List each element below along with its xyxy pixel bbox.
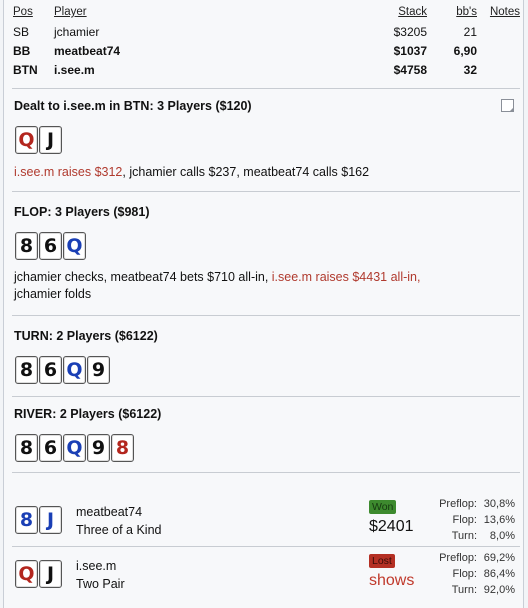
- turn-cards: 8 6 Q 9: [15, 356, 110, 384]
- row-player: jchamier: [54, 25, 100, 39]
- row-bbs: 6,90: [453, 44, 477, 58]
- hero-action: i.see.m raises $312: [14, 165, 123, 179]
- table-row[interactable]: BTN i.see.m $4758 32: [12, 63, 522, 82]
- equity-stats: Preflop: 69,2% Flop: 86,4% Turn: 92,0%: [417, 550, 515, 598]
- replay-icon[interactable]: [501, 99, 514, 112]
- card: Q: [15, 126, 38, 154]
- hero-hole-cards: Q J: [15, 126, 62, 154]
- result-player: i.see.m: [76, 559, 117, 573]
- card: 8: [15, 506, 38, 534]
- divider: [12, 88, 520, 89]
- villain-cards: 8 J: [15, 506, 62, 534]
- card: Q: [63, 356, 86, 384]
- card: 9: [87, 356, 110, 384]
- card: Q: [63, 434, 86, 462]
- card: 8: [15, 356, 38, 384]
- preflop-equity: 69,2%: [483, 552, 515, 564]
- turn-title: TURN: 2 Players ($6122): [14, 329, 158, 343]
- turn-label: Turn:: [451, 584, 477, 596]
- divider: [12, 546, 520, 547]
- card: J: [39, 126, 62, 154]
- preflop-title: Dealt to i.see.m in BTN: 3 Players ($120…: [14, 99, 252, 113]
- flop-action: jchamier checks, meatbeat74 bets $710 al…: [14, 269, 514, 303]
- card: 6: [39, 232, 62, 260]
- header-stack[interactable]: Stack: [398, 6, 427, 18]
- preflop-equity: 30,8%: [483, 498, 515, 510]
- card: J: [39, 506, 62, 534]
- divider: [12, 472, 520, 473]
- turn-label: Turn:: [451, 530, 477, 542]
- hero-action: i.see.m raises $4431 all-in,: [271, 270, 421, 284]
- won-badge: Won: [369, 500, 397, 514]
- other-actions: jchamier checks, meatbeat74 bets $710 al…: [14, 270, 272, 284]
- row-stack: $3205: [393, 25, 427, 39]
- card: 8: [15, 434, 38, 462]
- card: Q: [63, 232, 86, 260]
- row-pos: BB: [13, 44, 31, 58]
- card: 6: [39, 356, 62, 384]
- won-amount: $2401: [369, 518, 414, 535]
- fold-action: jchamier folds: [14, 287, 92, 301]
- table-row[interactable]: SB jchamier $3205 21: [12, 25, 522, 44]
- row-pos: SB: [13, 25, 30, 39]
- flop-cards: 8 6 Q: [15, 232, 86, 260]
- flop-equity: 86,4%: [483, 568, 515, 580]
- header-pos[interactable]: Pos: [13, 6, 33, 18]
- row-stack: $4758: [393, 63, 427, 77]
- flop-label: Flop:: [452, 514, 477, 526]
- table-header: Pos Player Stack bb's Notes: [12, 6, 522, 25]
- players-table: Pos Player Stack bb's Notes SB jchamier …: [12, 6, 522, 82]
- header-player[interactable]: Player: [54, 6, 87, 18]
- preflop-label: Preflop:: [439, 552, 477, 564]
- hero-cards: Q J: [15, 560, 62, 588]
- river-cards: 8 6 Q 9 8: [15, 434, 134, 462]
- turn-equity: 92,0%: [483, 584, 515, 596]
- result-hand: Three of a Kind: [76, 523, 162, 537]
- table-row[interactable]: BB meatbeat74 $1037 6,90: [12, 44, 522, 63]
- flop-equity: 13,6%: [483, 514, 515, 526]
- header-bbs[interactable]: bb's: [456, 6, 477, 18]
- row-player: i.see.m: [54, 63, 95, 77]
- header-notes[interactable]: Notes: [490, 6, 520, 18]
- other-actions: , jchamier calls $237, meatbeat74 calls …: [122, 165, 370, 179]
- card: 8: [111, 434, 134, 462]
- preflop-action: i.see.m raises $312, jchamier calls $237…: [14, 164, 514, 181]
- card: Q: [15, 560, 38, 588]
- card: 6: [39, 434, 62, 462]
- flop-label: Flop:: [452, 568, 477, 580]
- row-bbs: 32: [463, 63, 477, 77]
- result-player: meatbeat74: [76, 505, 143, 519]
- divider: [12, 315, 520, 316]
- divider: [12, 191, 520, 192]
- river-title: RIVER: 2 Players ($6122): [14, 407, 162, 421]
- preflop-label: Preflop:: [439, 498, 477, 510]
- equity-stats: Preflop: 30,8% Flop: 13,6% Turn: 8,0%: [417, 496, 515, 544]
- row-pos: BTN: [13, 63, 38, 77]
- result-hand: Two Pair: [76, 577, 125, 591]
- row-stack: $1037: [393, 44, 427, 58]
- flop-title: FLOP: 3 Players ($981): [14, 205, 150, 219]
- card: 9: [87, 434, 110, 462]
- lost-badge: Lost: [369, 554, 395, 568]
- divider: [12, 396, 520, 397]
- row-player: meatbeat74: [54, 44, 121, 58]
- row-bbs: 21: [463, 25, 477, 39]
- card: J: [39, 560, 62, 588]
- card: 8: [15, 232, 38, 260]
- hand-history-panel: Pos Player Stack bb's Notes SB jchamier …: [3, 0, 524, 608]
- shows-label: shows: [369, 572, 415, 589]
- turn-equity: 8,0%: [489, 530, 515, 542]
